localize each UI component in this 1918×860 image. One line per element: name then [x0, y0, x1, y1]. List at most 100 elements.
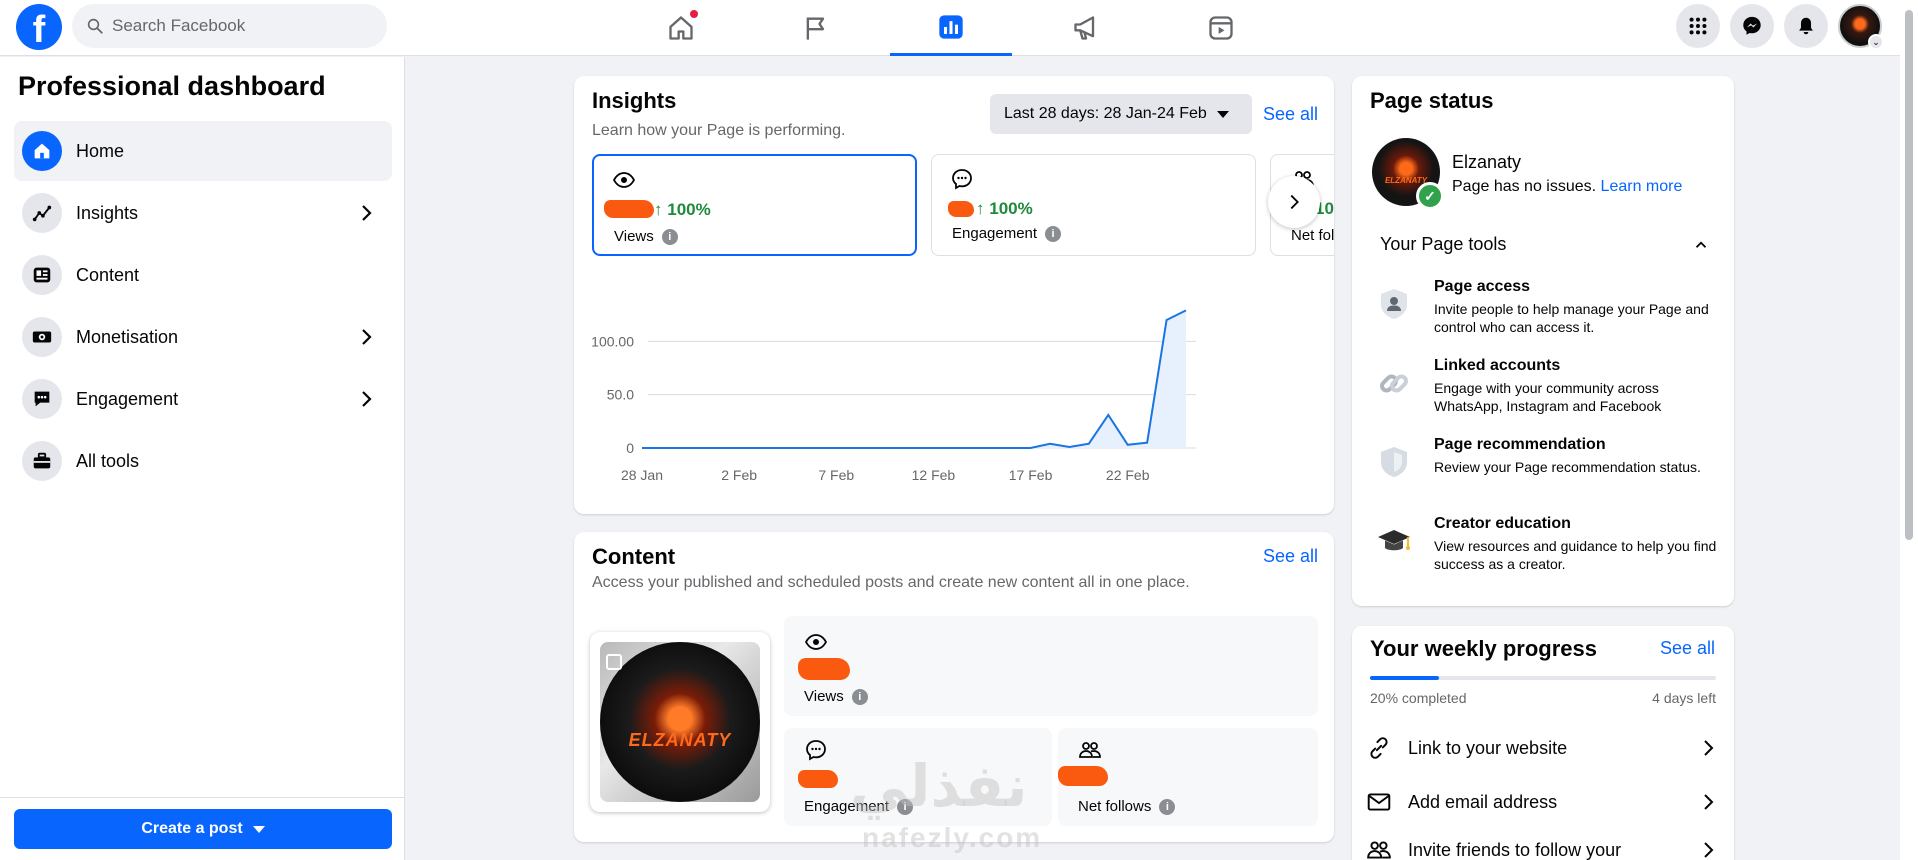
- messenger-button[interactable]: [1730, 4, 1774, 48]
- sidebar-item-insights[interactable]: Insights: [14, 183, 392, 243]
- x-tick-label: 7 Feb: [818, 467, 854, 483]
- redacted-value: [798, 658, 850, 680]
- info-icon[interactable]: i: [851, 689, 868, 706]
- sidebar-item-all-tools[interactable]: All tools: [14, 431, 392, 491]
- bell-icon: [1799, 17, 1813, 35]
- brand-logo: [600, 642, 760, 802]
- metric-label-text: Engagement: [952, 225, 1038, 242]
- x-tick-label: 12 Feb: [912, 467, 956, 483]
- chevron-down-icon[interactable]: ⌄: [1868, 34, 1884, 50]
- caret-down-icon: [1216, 110, 1229, 118]
- info-icon[interactable]: i: [1159, 799, 1176, 816]
- y-tick-label: 50.0: [607, 387, 634, 403]
- weekly-progress-see-all-link[interactable]: See all: [1660, 638, 1715, 659]
- next-metrics-button[interactable]: [1268, 176, 1320, 228]
- y-tick-label: 0: [626, 440, 634, 456]
- task-invite-friends[interactable]: Invite friends to follow your: [1366, 830, 1720, 860]
- post-image: ELZANATY: [600, 642, 760, 802]
- engagement-icon: [22, 379, 62, 419]
- post-thumbnail[interactable]: ELZANATY: [590, 632, 770, 812]
- tool-name: Creator education: [1434, 515, 1571, 532]
- chevron-right-icon: [1704, 794, 1714, 810]
- date-range-dropdown[interactable]: Last 28 days: 28 Jan-24 Feb: [990, 94, 1252, 134]
- task-label: Invite friends to follow your: [1408, 839, 1622, 860]
- sidebar-item-home[interactable]: Home: [14, 121, 392, 181]
- post-stat-views: Views i: [784, 616, 1318, 716]
- info-icon[interactable]: i: [1045, 226, 1062, 243]
- messenger-icon: [1743, 16, 1761, 35]
- redacted-value: [604, 200, 654, 218]
- comment-icon: [806, 740, 826, 761]
- tool-page-recommendation[interactable]: Page recommendation Review your Page rec…: [1376, 436, 1706, 496]
- envelope-icon: [1367, 793, 1391, 811]
- sidebar-title: Professional dashboard: [18, 71, 326, 101]
- sidebar-item-label: Engagement: [76, 388, 179, 409]
- x-tick-label: 28 Jan: [621, 467, 663, 483]
- x-tick-label: 22 Feb: [1106, 467, 1150, 483]
- tool-description: Review your Page recommendation status.: [1434, 459, 1701, 475]
- tool-name: Linked accounts: [1434, 357, 1561, 374]
- people-icon: [1079, 742, 1101, 758]
- flag-icon: [806, 17, 825, 40]
- page-status-text: Page has no issues. Learn more: [1452, 178, 1682, 196]
- chevron-right-icon: [1704, 740, 1714, 756]
- metric-label-text: Views: [614, 228, 654, 245]
- top-bar: f ⌄: [0, 0, 1900, 56]
- metric-change-value: 100%: [989, 199, 1033, 218]
- metric-label: Net follows: [1291, 227, 1334, 244]
- search-bar[interactable]: [72, 4, 387, 48]
- progress-completed-text: 20% completed: [1370, 690, 1467, 706]
- people-icon: [1367, 841, 1391, 859]
- sidebar: Professional dashboard Home Insights Con…: [0, 57, 405, 860]
- tool-creator-education[interactable]: Creator education View resources and gui…: [1376, 515, 1716, 575]
- task-add-email[interactable]: Add email address: [1366, 782, 1720, 822]
- learn-more-link[interactable]: Learn more: [1601, 178, 1683, 195]
- tool-page-access[interactable]: Page access Invite people to help manage…: [1376, 278, 1709, 338]
- graduation-cap-icon: [1378, 530, 1410, 551]
- sidebar-item-monetisation[interactable]: Monetisation: [14, 307, 392, 367]
- stat-label: Views i: [804, 688, 868, 706]
- y-tick-label: 100.00: [591, 333, 634, 349]
- monetisation-icon: [22, 317, 62, 357]
- sidebar-item-content[interactable]: Content: [14, 245, 392, 305]
- sidebar-item-engagement[interactable]: Engagement: [14, 369, 392, 429]
- page-scrollbar[interactable]: [1900, 0, 1918, 860]
- nav-pages-tab[interactable]: [755, 0, 877, 56]
- nav-home-tab[interactable]: [620, 0, 742, 56]
- nav-insights-tab[interactable]: [890, 0, 1012, 56]
- insights-see-all-link[interactable]: See all: [1263, 104, 1318, 125]
- create-post-button[interactable]: Create a post: [14, 809, 392, 849]
- notifications-button[interactable]: [1784, 4, 1828, 48]
- post-stat-net-follows: Net follows i: [1058, 728, 1318, 826]
- tool-name: Page recommendation: [1434, 436, 1606, 453]
- photo-icon: [606, 654, 622, 670]
- watermark-arabic: نفذلي: [850, 752, 1028, 820]
- chevron-up-icon[interactable]: [1692, 236, 1710, 254]
- weekly-progress-card: Your weekly progress See all 20% complet…: [1352, 626, 1734, 860]
- sidebar-item-label: All tools: [76, 450, 140, 471]
- task-link-website[interactable]: Link to your website: [1366, 728, 1720, 768]
- brand-logo-text: ELZANATY: [628, 730, 732, 750]
- tool-name: Page access: [1434, 278, 1531, 295]
- metric-card-views[interactable]: ↑ 100% Views i: [592, 154, 917, 256]
- insights-subtitle: Learn how your Page is performing.: [592, 122, 846, 139]
- stat-label-text: Net follows: [1078, 798, 1152, 815]
- content-see-all-link[interactable]: See all: [1263, 546, 1318, 567]
- metric-change: ↑ 100%: [654, 200, 711, 219]
- metric-card-engagement[interactable]: ↑ 100% Engagement i: [931, 154, 1256, 256]
- chevron-right-icon: [362, 329, 372, 345]
- stat-label-text: Views: [804, 688, 844, 705]
- facebook-logo[interactable]: f: [16, 4, 62, 50]
- scrollbar-thumb[interactable]: [1905, 10, 1913, 540]
- menu-button[interactable]: [1676, 4, 1720, 48]
- tool-linked-accounts[interactable]: Linked accounts Engage with your communi…: [1376, 357, 1706, 417]
- nav-ads-tab[interactable]: [1025, 0, 1147, 56]
- info-icon[interactable]: i: [661, 229, 678, 246]
- caret-down-icon: [252, 825, 265, 833]
- search-input[interactable]: [112, 16, 372, 36]
- megaphone-icon: [1074, 16, 1095, 40]
- home-icon: [22, 131, 62, 171]
- nav-video-tab[interactable]: [1160, 0, 1282, 56]
- weekly-progress-title: Your weekly progress: [1370, 636, 1598, 661]
- eye-icon: [612, 172, 636, 188]
